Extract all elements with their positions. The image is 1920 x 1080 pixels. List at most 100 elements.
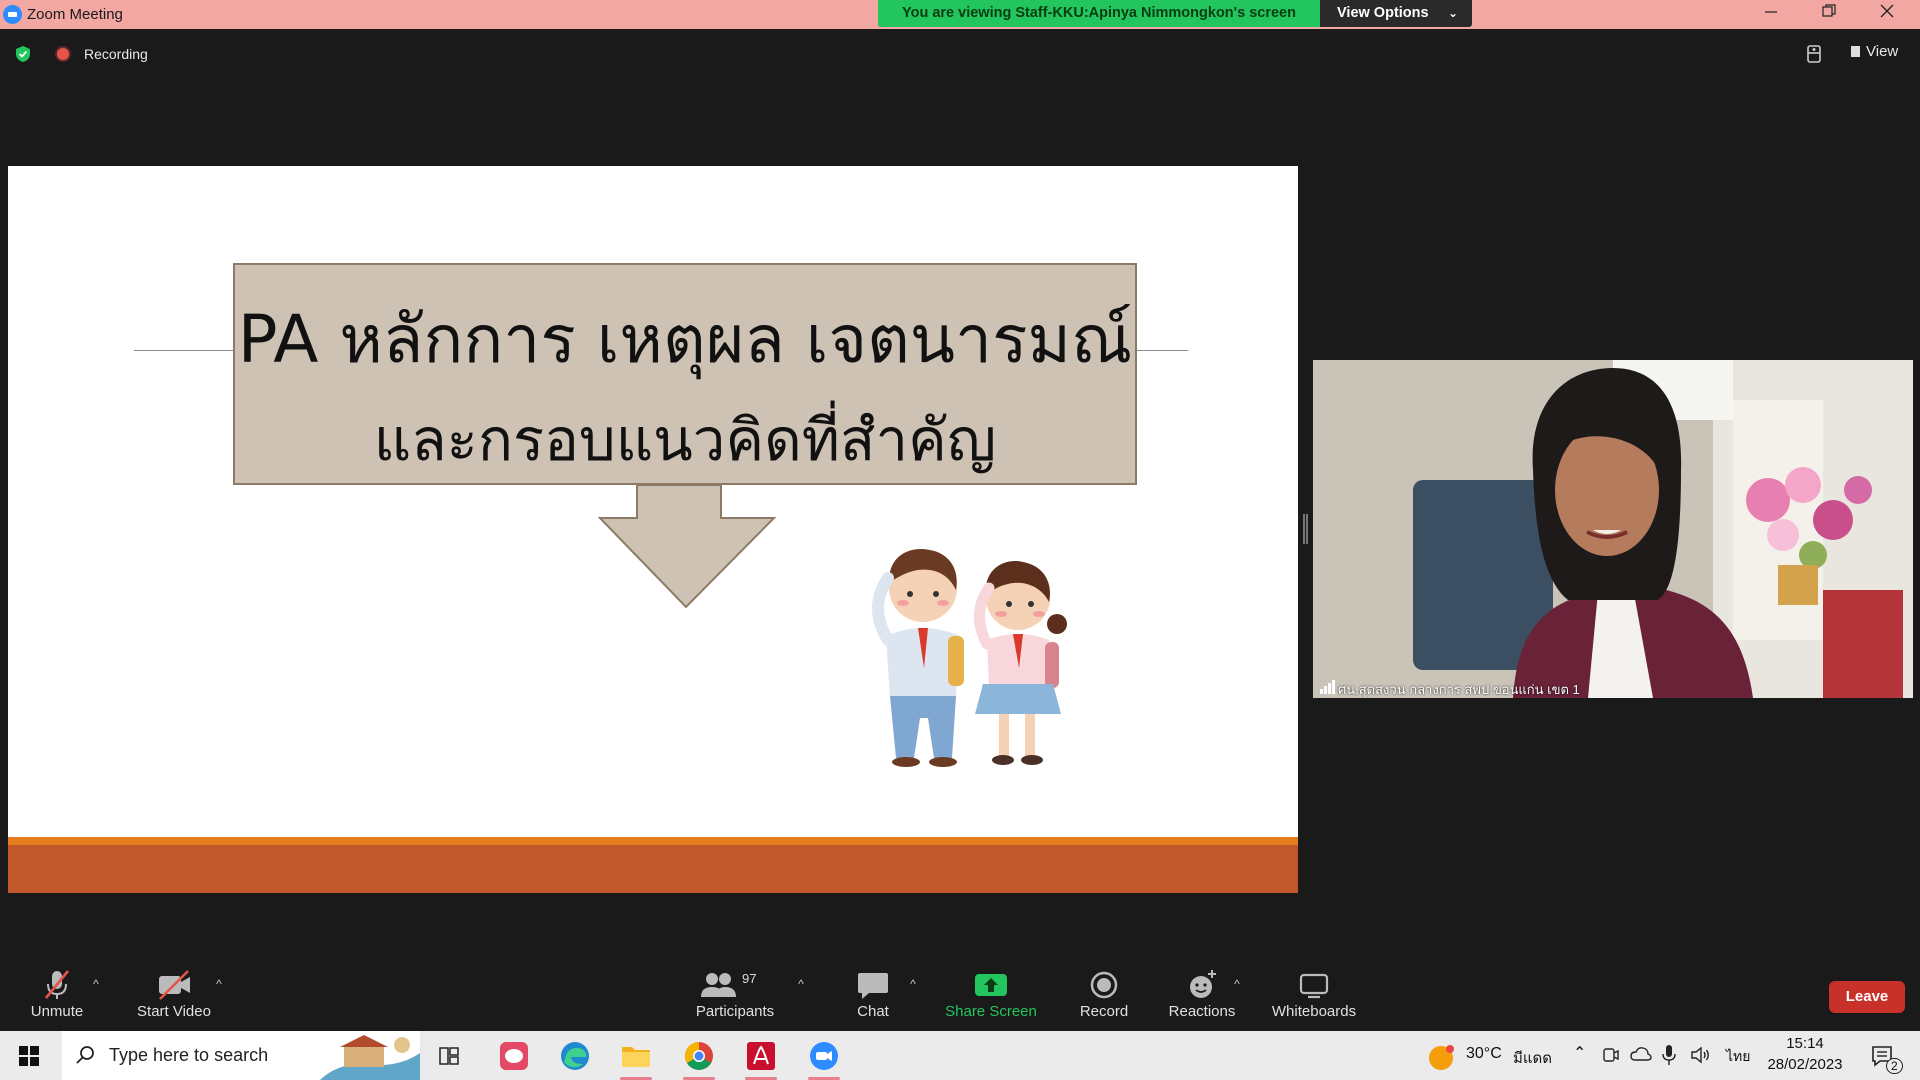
video-options-caret[interactable]: ^ xyxy=(213,977,225,991)
girl-figure xyxy=(974,561,1067,765)
viewing-banner-text: You are viewing Staff-KKU:Apinya Nimmong… xyxy=(878,0,1320,27)
chat-icon xyxy=(843,967,903,1003)
view-grid-icon xyxy=(1851,46,1860,57)
line-icon xyxy=(500,1042,528,1070)
immersive-view-icon[interactable] xyxy=(1802,42,1826,66)
window-title: Zoom Meeting xyxy=(27,6,123,23)
minimize-button[interactable] xyxy=(1742,0,1800,29)
zoom-logo-icon xyxy=(3,5,22,24)
whiteboards-label: Whiteboards xyxy=(1271,1003,1357,1020)
speaker-icon[interactable] xyxy=(1690,1045,1712,1065)
slide-title-line1: PA หลักการ เหตุผล เจตนารมณ์ xyxy=(237,301,1133,378)
onedrive-cloud-icon[interactable] xyxy=(1630,1046,1652,1062)
recording-icon xyxy=(57,48,69,60)
weather-sun-icon[interactable] xyxy=(1427,1042,1457,1072)
input-language[interactable]: ไทย xyxy=(1726,1046,1750,1068)
view-button[interactable]: View xyxy=(1843,36,1913,68)
taskbar-chrome[interactable] xyxy=(677,1037,721,1080)
chevron-down-icon: ⌄ xyxy=(1447,6,1458,20)
whiteboards-button[interactable]: Whiteboards xyxy=(1266,967,1362,1020)
participant-video-tile[interactable]: ศน.สุดสงวน กลางการ สพป.ขอนแก่น เขต 1 xyxy=(1313,360,1913,698)
microphone-icon[interactable] xyxy=(1662,1044,1676,1066)
clock-date[interactable]: 28/02/2023 xyxy=(1765,1056,1845,1073)
slide-title-box: PA หลักการ เหตุผล เจตนารมณ์ และกรอบแนวคิ… xyxy=(233,263,1137,485)
encryption-shield-icon[interactable] xyxy=(14,45,32,63)
restore-button[interactable] xyxy=(1800,0,1858,29)
participant-name: ศน.สุดสงวน กลางการ สพป.ขอนแก่น เขต 1 xyxy=(1338,682,1580,697)
slide-decor-line-right xyxy=(1136,350,1188,351)
taskbar-search-box[interactable]: Type here to search xyxy=(62,1031,420,1080)
meeting-toolbar: Unmute ^ Start Video ^ 97 Participants ^ xyxy=(0,955,1920,1031)
signal-strength-icon xyxy=(1320,680,1335,694)
shared-screen-slide: PA หลักการ เหตุผล เจตนารมณ์ และกรอบแนวคิ… xyxy=(8,166,1298,893)
taskbar-file-explorer[interactable] xyxy=(614,1037,658,1080)
reactions-options-caret[interactable]: ^ xyxy=(1231,977,1243,991)
share-screen-label: Share Screen xyxy=(945,1003,1037,1020)
taskbar-line[interactable] xyxy=(492,1037,536,1075)
participants-label: Participants xyxy=(695,1003,775,1020)
close-icon xyxy=(1880,4,1894,18)
record-button[interactable]: Record xyxy=(1074,967,1134,1020)
taskbar-task-view[interactable] xyxy=(427,1037,471,1075)
slide-band-rust xyxy=(8,845,1298,893)
record-icon xyxy=(1074,967,1134,1003)
audio-options-caret[interactable]: ^ xyxy=(90,977,102,991)
file-explorer-icon xyxy=(622,1047,650,1067)
reactions-icon xyxy=(1164,967,1240,1003)
splitter-handle[interactable] xyxy=(1303,514,1308,544)
reactions-button[interactable]: Reactions xyxy=(1164,967,1240,1020)
search-icon xyxy=(76,1046,94,1064)
notification-count-badge: 2 xyxy=(1886,1058,1903,1074)
weather-temperature[interactable]: 30°C xyxy=(1466,1045,1502,1063)
restore-icon xyxy=(1822,4,1836,17)
clock-time[interactable]: 15:14 xyxy=(1765,1035,1845,1052)
edge-icon xyxy=(561,1042,589,1070)
share-screen-button[interactable]: Share Screen xyxy=(940,967,1042,1020)
taskbar-acrobat[interactable] xyxy=(739,1037,783,1080)
view-options-label: View Options xyxy=(1337,5,1429,21)
unmute-label: Unmute xyxy=(30,1003,84,1020)
view-options-button[interactable]: View Options ⌄ xyxy=(1320,0,1472,27)
meet-now-icon[interactable] xyxy=(1602,1045,1620,1065)
participants-options-caret[interactable]: ^ xyxy=(795,977,807,991)
view-label: View xyxy=(1866,43,1899,60)
viewing-banner: You are viewing Staff-KKU:Apinya Nimmong… xyxy=(878,0,1472,27)
taskbar-edge[interactable] xyxy=(553,1037,597,1075)
chat-options-caret[interactable]: ^ xyxy=(907,977,919,991)
leave-button[interactable]: Leave xyxy=(1829,981,1905,1013)
task-view-icon xyxy=(439,1047,459,1065)
chat-label: Chat xyxy=(857,1003,889,1020)
slide-title-line2: และกรอบแนวคิดที่สำคัญ xyxy=(373,406,997,474)
taskbar-zoom[interactable] xyxy=(802,1037,846,1080)
slide-band-orange xyxy=(8,837,1298,845)
reactions-label: Reactions xyxy=(1168,1003,1236,1020)
participants-button[interactable]: 97 Participants xyxy=(690,967,780,1020)
down-arrow-shape xyxy=(598,485,777,609)
minimize-icon xyxy=(1765,11,1777,13)
chat-button[interactable]: Chat xyxy=(843,967,903,1020)
recording-label: Recording xyxy=(84,46,148,62)
start-video-label: Start Video xyxy=(137,1003,211,1020)
slide-decor-line-left xyxy=(134,350,234,351)
muted-mic-icon xyxy=(18,967,96,1003)
show-hidden-icons-chevron-icon[interactable]: ⌃ xyxy=(1573,1043,1586,1063)
zoom-icon xyxy=(810,1042,838,1070)
window-titlebar: Zoom Meeting You are viewing Staff-KKU:A… xyxy=(0,0,1920,29)
students-illustration xyxy=(872,548,1067,767)
whiteboard-icon xyxy=(1266,967,1362,1003)
search-placeholder: Type here to search xyxy=(109,1045,269,1065)
boy-figure xyxy=(872,548,964,767)
participants-icon xyxy=(701,973,736,997)
search-highlight-art xyxy=(320,1035,420,1080)
start-video-button[interactable]: Start Video xyxy=(128,967,220,1020)
chrome-icon xyxy=(685,1042,713,1070)
windows-taskbar: Type here to search 30°C มีแดด ⌃ ไทย 15:… xyxy=(0,1031,1920,1080)
record-label: Record xyxy=(1079,1003,1129,1020)
video-off-icon xyxy=(128,967,220,1003)
participant-video-frame xyxy=(1313,360,1913,698)
acrobat-icon xyxy=(747,1042,775,1070)
unmute-button[interactable]: Unmute xyxy=(18,967,96,1020)
weather-description[interactable]: มีแดด xyxy=(1513,1046,1552,1070)
windows-start-icon[interactable] xyxy=(19,1046,39,1066)
close-button[interactable] xyxy=(1858,0,1916,29)
